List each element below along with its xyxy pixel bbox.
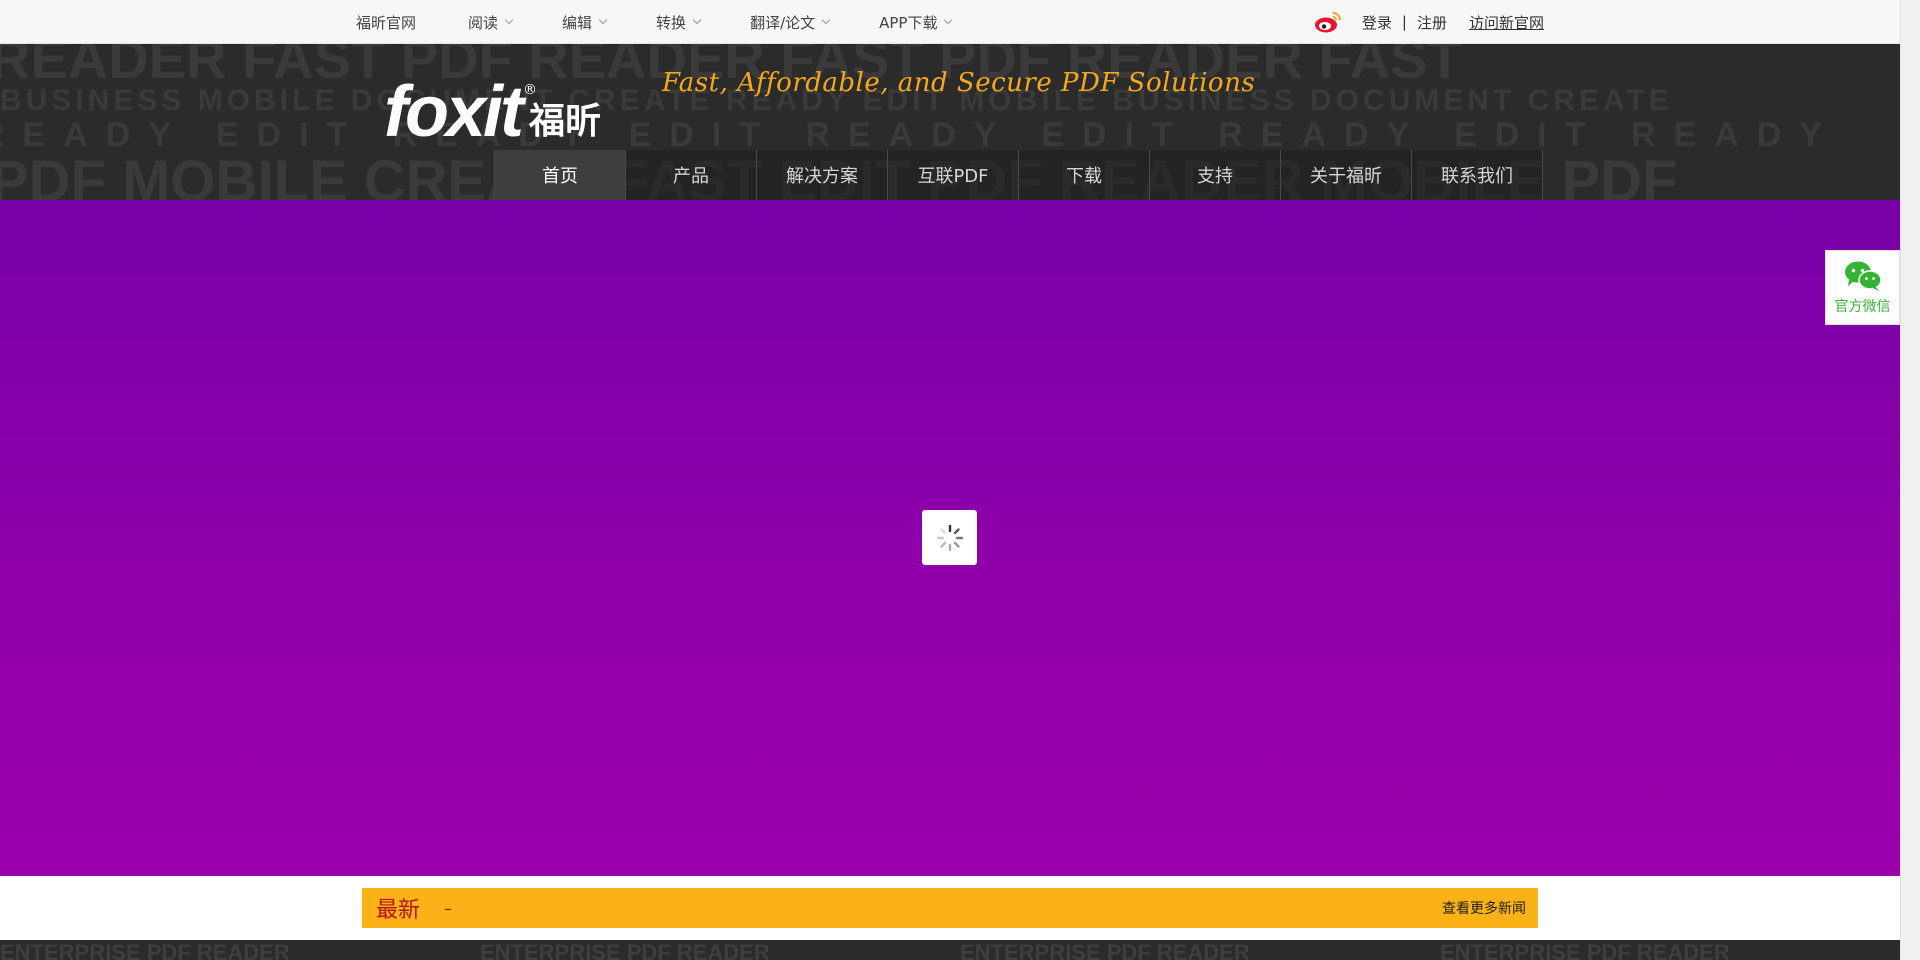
logo-chinese: 福昕: [528, 101, 601, 142]
chevron-down-icon: [821, 15, 831, 25]
visit-new-site-link[interactable]: 访问新官网: [1469, 12, 1544, 33]
top-menu-convert-label: 转换: [656, 13, 687, 32]
chevron-down-icon: [598, 15, 608, 25]
news-ticker[interactable]: –: [444, 899, 452, 918]
loading-box: [922, 510, 977, 565]
spinner-icon: [936, 524, 963, 551]
news-section: 最新 – 查看更多新闻: [0, 876, 1900, 940]
wechat-icon: [1844, 261, 1882, 291]
register-link[interactable]: 注册: [1417, 12, 1447, 33]
weibo-icon[interactable]: [1314, 10, 1342, 34]
account-links: 登录 | 注册 访问新官网: [1314, 0, 1544, 44]
top-menu-translate-label: 翻译/论文: [750, 13, 816, 32]
chevron-down-icon: [504, 15, 514, 25]
chevron-down-icon: [692, 15, 702, 25]
main-navigation: 首页 产品 解决方案 互联PDF 下载 支持 关于福昕 联系我们: [494, 150, 1543, 200]
top-menu-edit-label: 编辑: [562, 13, 593, 32]
nav-about[interactable]: 关于福昕: [1281, 150, 1412, 200]
top-menu-app-download[interactable]: APP下载: [879, 12, 953, 33]
logo-registered-mark: ®: [522, 82, 537, 98]
top-link-official-label: 福昕官网: [356, 13, 417, 32]
top-menu-edit[interactable]: 编辑: [562, 12, 608, 33]
nav-solutions[interactable]: 解决方案: [757, 150, 888, 200]
top-menu-read[interactable]: 阅读: [468, 12, 514, 33]
header-slogan: Fast, Affordable, and Secure PDF Solutio…: [662, 68, 1256, 98]
nav-products[interactable]: 产品: [626, 150, 757, 200]
nav-contact[interactable]: 联系我们: [1412, 150, 1543, 200]
nav-connected-pdf[interactable]: 互联PDF: [888, 150, 1019, 200]
news-bar: 最新 – 查看更多新闻: [362, 888, 1538, 928]
login-separator: |: [1401, 13, 1407, 31]
wechat-label: 官方微信: [1834, 298, 1891, 315]
nav-support[interactable]: 支持: [1150, 150, 1281, 200]
nav-home[interactable]: 首页: [495, 150, 626, 200]
hero-banner[interactable]: [0, 200, 1900, 876]
logo-wordmark: foxit: [384, 72, 524, 152]
news-title: 最新: [376, 898, 421, 923]
top-menu-convert[interactable]: 转换: [656, 12, 702, 33]
top-menu-translate[interactable]: 翻译/论文: [750, 12, 831, 33]
footer-pattern: ENTERPRISE PDF READER ENTERPRISE PDF REA…: [0, 940, 1900, 960]
top-menu-app-label: APP下载: [879, 13, 938, 32]
more-news-link[interactable]: 查看更多新闻: [1442, 898, 1526, 918]
top-utility-inner: 福昕官网 阅读 编辑 转换 翻译/论文 APP下载 登录 | 注册 访问新官网: [356, 0, 1544, 44]
wechat-float-button[interactable]: 官方微信: [1825, 250, 1900, 325]
nav-download[interactable]: 下载: [1019, 150, 1150, 200]
top-utility-bar: 福昕官网 阅读 编辑 转换 翻译/论文 APP下载 登录 | 注册 访问新官网: [0, 0, 1900, 44]
top-menu-read-label: 阅读: [468, 13, 499, 32]
page-scrollbar[interactable]: [1900, 0, 1920, 960]
login-link[interactable]: 登录: [1362, 12, 1392, 33]
foxit-logo[interactable]: foxit ® 福昕: [384, 72, 601, 152]
chevron-down-icon: [944, 15, 953, 25]
top-link-official[interactable]: 福昕官网: [356, 12, 416, 33]
site-header: READER FAST PDF READER FAST PDF READER F…: [0, 44, 1900, 200]
